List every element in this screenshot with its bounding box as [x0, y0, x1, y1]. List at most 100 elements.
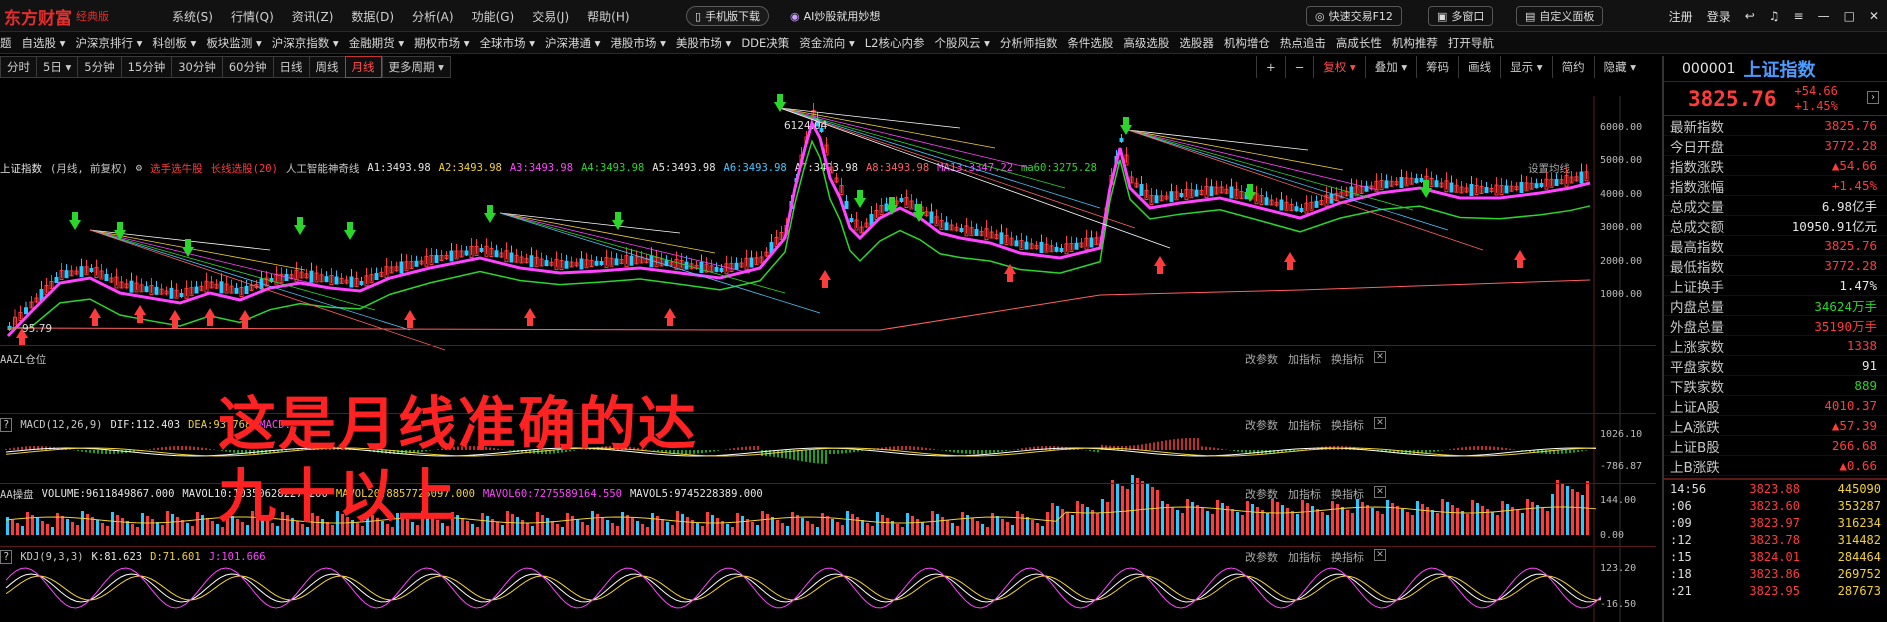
menu-system[interactable]: 系统(S) [172, 8, 213, 25]
close-pane-icon[interactable]: ✕ [1374, 549, 1386, 561]
tab-60min[interactable]: 60分钟 [221, 56, 273, 78]
add-indicator-button[interactable]: 加指标 [1288, 417, 1321, 433]
quote-row-label: 上证换手 [1670, 279, 1724, 296]
aazl-label: AAZL仓位 [0, 353, 47, 366]
nav-item[interactable]: 科创板 ▾ [152, 35, 196, 51]
candle [244, 286, 249, 294]
multi-window-button[interactable]: ▣ 多窗口 [1428, 6, 1494, 26]
edit-params-button[interactable]: 改参数 [1245, 417, 1278, 433]
minimize-icon[interactable]: — [1818, 9, 1830, 23]
macd-axis-top: 1026.10 [1600, 429, 1643, 440]
add-indicator-button[interactable]: 加指标 [1288, 351, 1321, 367]
add-indicator-button[interactable]: 加指标 [1288, 549, 1321, 565]
nav-item[interactable]: 期权市场 ▾ [414, 35, 469, 51]
nav-item[interactable]: DDE决策 [741, 35, 789, 51]
tab-30min[interactable]: 30分钟 [171, 56, 222, 78]
quick-trade-button[interactable]: ◎ 快速交易F12 [1306, 6, 1402, 26]
overlay-dropdown[interactable]: 叠加 ▾ [1364, 56, 1416, 78]
tab-weekly[interactable]: 周线 [308, 56, 345, 78]
register-link[interactable]: 注册 [1669, 8, 1693, 25]
nav-item[interactable]: L2核心内参 [865, 35, 925, 51]
nav-item[interactable]: 高级选股 [1123, 35, 1169, 51]
tab-monthly[interactable]: 月线 [344, 56, 382, 78]
edit-params-button[interactable]: 改参数 [1245, 549, 1278, 565]
nav-item[interactable]: 港股市场 ▾ [610, 35, 665, 51]
nav-item[interactable]: 沪深京指数 ▾ [272, 35, 339, 51]
menu-data[interactable]: 数据(D) [351, 8, 394, 25]
volume-bar [1091, 510, 1094, 535]
maximize-icon[interactable]: □ [1844, 9, 1855, 23]
candle [1414, 178, 1419, 184]
display-dropdown[interactable]: 显示 ▾ [1500, 56, 1551, 78]
nav-item[interactable]: 金融期货 ▾ [349, 35, 404, 51]
tab-intraday[interactable]: 分时 [0, 56, 36, 78]
nav-item[interactable]: 沪深京排行 ▾ [75, 35, 142, 51]
volume-bar [1496, 515, 1499, 535]
candle [579, 258, 584, 270]
zoom-in-icon[interactable]: + [1256, 56, 1285, 78]
swap-indicator-button[interactable]: 换指标 [1331, 549, 1364, 565]
mobile-download-button[interactable]: ▯ 手机版下载 [686, 6, 770, 26]
draw-line-button[interactable]: 画线 [1458, 56, 1500, 78]
login-link[interactable]: 登录 [1707, 8, 1731, 25]
volume-bar [81, 511, 84, 535]
tab-daily[interactable]: 日线 [272, 56, 309, 78]
menu-trade[interactable]: 交易(J) [532, 8, 569, 25]
volume-bar [1226, 506, 1229, 535]
nav-item[interactable]: 条件选股 [1067, 35, 1113, 51]
menu-quotes[interactable]: 行情(Q) [231, 8, 274, 25]
zoom-out-icon[interactable]: − [1284, 56, 1314, 78]
menu-news[interactable]: 资讯(Z) [292, 8, 334, 25]
swap-indicator-button[interactable]: 换指标 [1331, 351, 1364, 367]
hide-dropdown[interactable]: 隐藏 ▾ [1593, 56, 1645, 78]
nav-item[interactable]: 打开导航 [1448, 35, 1494, 51]
edit-params-button[interactable]: 改参数 [1245, 486, 1278, 502]
close-pane-icon[interactable]: ✕ [1374, 486, 1386, 498]
close-pane-icon[interactable]: ✕ [1374, 351, 1386, 363]
swap-indicator-button[interactable]: 换指标 [1331, 417, 1364, 433]
nav-item[interactable]: 高成长性 [1336, 35, 1382, 51]
nav-item[interactable]: 分析师指数 [1000, 35, 1058, 51]
nav-item[interactable]: 板块监测 ▾ [206, 35, 261, 51]
nav-item[interactable]: 题 [0, 35, 12, 51]
tab-15min[interactable]: 15分钟 [120, 56, 172, 78]
nav-item[interactable]: 资金流向 ▾ [799, 35, 854, 51]
nav-item[interactable]: 自选股 ▾ [22, 35, 66, 51]
nav-item[interactable]: 热点追击 [1280, 35, 1326, 51]
close-icon[interactable]: ✕ [1869, 9, 1879, 23]
next-icon[interactable]: › [1867, 91, 1879, 104]
nav-item[interactable]: 个股风云 ▾ [934, 35, 989, 51]
nav-item[interactable]: 机构增仓 [1224, 35, 1270, 51]
tab-5day[interactable]: 5日 ▾ [36, 56, 78, 78]
volume-bar [1101, 499, 1104, 535]
menu-analysis[interactable]: 分析(A) [412, 8, 454, 25]
menu-icon[interactable]: ≡ [1794, 9, 1804, 23]
chips-button[interactable]: 筹码 [1416, 56, 1458, 78]
quote-row-label: 指数涨幅 [1670, 179, 1724, 196]
nav-item[interactable]: 沪深港通 ▾ [545, 35, 600, 51]
tab-more-periods[interactable]: 更多周期 ▾ [381, 56, 451, 78]
candle [464, 250, 469, 256]
question-icon[interactable]: ? [0, 550, 13, 564]
add-indicator-button[interactable]: 加指标 [1288, 486, 1321, 502]
custom-panel-button[interactable]: ▤ 自定义面板 [1516, 6, 1604, 26]
volume-bar [1161, 501, 1164, 535]
edit-params-button[interactable]: 改参数 [1245, 351, 1278, 367]
ai-promo-link[interactable]: ◉ AI炒股就用妙想 [782, 6, 888, 26]
nav-item[interactable]: 机构推荐 [1392, 35, 1438, 51]
adjust-dropdown[interactable]: 复权 ▾ [1313, 56, 1364, 78]
question-icon[interactable]: ? [0, 418, 13, 432]
menu-help[interactable]: 帮助(H) [587, 8, 629, 25]
back-icon[interactable]: ↩ [1745, 9, 1755, 23]
nav-item[interactable]: 全球市场 ▾ [480, 35, 535, 51]
simple-button[interactable]: 简约 [1551, 56, 1594, 78]
candle [1434, 180, 1439, 188]
nav-item[interactable]: 美股市场 ▾ [676, 35, 731, 51]
menu-function[interactable]: 功能(G) [472, 8, 515, 25]
bell-icon[interactable]: ♫ [1769, 9, 1780, 23]
close-pane-icon[interactable]: ✕ [1374, 417, 1386, 429]
quote-row-label: 最新指数 [1670, 119, 1724, 136]
nav-item[interactable]: 选股器 [1179, 35, 1214, 51]
tab-5min[interactable]: 5分钟 [77, 56, 121, 78]
swap-indicator-button[interactable]: 换指标 [1331, 486, 1364, 502]
